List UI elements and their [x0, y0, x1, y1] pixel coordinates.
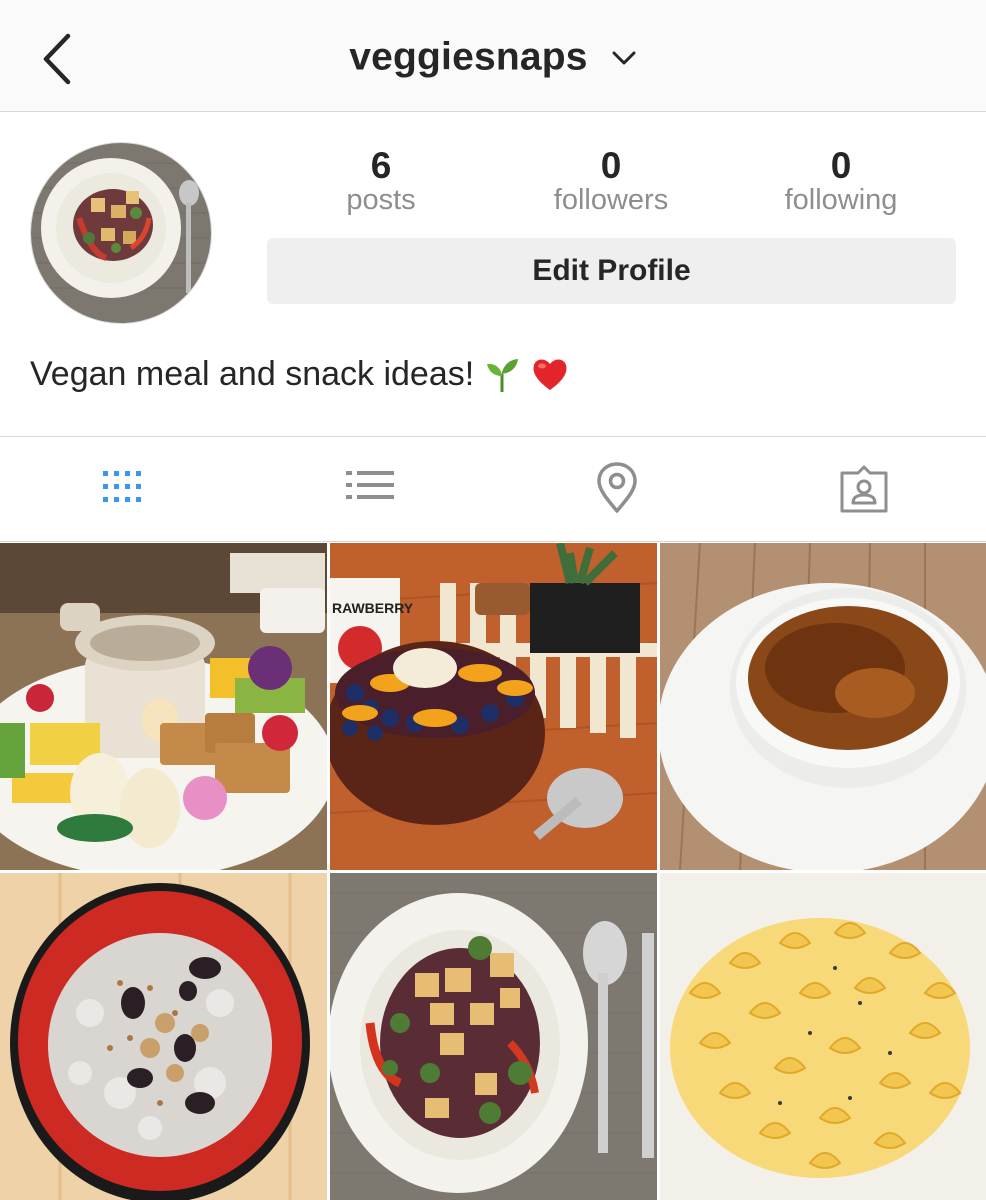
post-image: RAWBERRY — [330, 543, 657, 870]
seedling-emoji-icon — [487, 359, 519, 392]
following-count[interactable]: 0 following — [741, 145, 941, 217]
location-pin-icon — [597, 462, 637, 513]
username-switcher[interactable]: veggiesnaps — [0, 34, 986, 80]
post-image — [660, 543, 986, 870]
post-image — [0, 543, 327, 870]
username: veggiesnaps — [349, 35, 588, 79]
posts-count-value: 6 — [370, 145, 392, 186]
post-image — [0, 873, 327, 1200]
tagged-person-icon — [840, 465, 888, 513]
post-thumbnail-acai-bowl[interactable]: RAWBERRY — [330, 543, 657, 870]
grid-icon — [103, 471, 141, 502]
post-thumbnail-oatmeal-bowl[interactable] — [0, 873, 327, 1200]
tab-tagged[interactable] — [834, 459, 894, 519]
profile-view-tabs — [0, 436, 986, 542]
mug-text: RAWBERRY — [332, 600, 414, 616]
posts-count-label: posts — [346, 184, 416, 216]
posts-count[interactable]: 6 posts — [281, 145, 481, 217]
following-count-value: 0 — [830, 145, 852, 186]
post-image — [330, 873, 657, 1200]
post-thumbnail-creme-brulee[interactable] — [660, 543, 986, 870]
top-nav-bar: veggiesnaps — [0, 0, 986, 112]
followers-count[interactable]: 0 followers — [511, 145, 711, 217]
followers-count-value: 0 — [600, 145, 622, 186]
post-thumbnail-tofu-stir-fry[interactable] — [330, 873, 657, 1200]
tab-grid[interactable] — [93, 459, 153, 519]
bio-text: Vegan meal and snack ideas! — [30, 354, 475, 393]
edit-profile-button[interactable]: Edit Profile — [267, 238, 956, 304]
red-heart-emoji-icon — [533, 359, 567, 390]
post-image — [660, 873, 986, 1200]
avatar-food-photo — [31, 143, 211, 323]
profile-avatar[interactable] — [30, 142, 212, 324]
tab-list[interactable] — [340, 459, 400, 519]
chevron-down-icon — [612, 51, 636, 65]
post-thumbnail-fondue-plate[interactable] — [0, 543, 327, 870]
profile-bio: Vegan meal and snack ideas! — [30, 354, 570, 394]
post-thumbnail-mac-and-cheese[interactable] — [660, 873, 986, 1200]
followers-count-label: followers — [553, 184, 669, 216]
following-count-label: following — [784, 184, 898, 216]
posts-grid: RAWBERRY — [0, 543, 986, 1200]
tab-location[interactable] — [587, 459, 647, 519]
list-icon — [346, 471, 394, 499]
